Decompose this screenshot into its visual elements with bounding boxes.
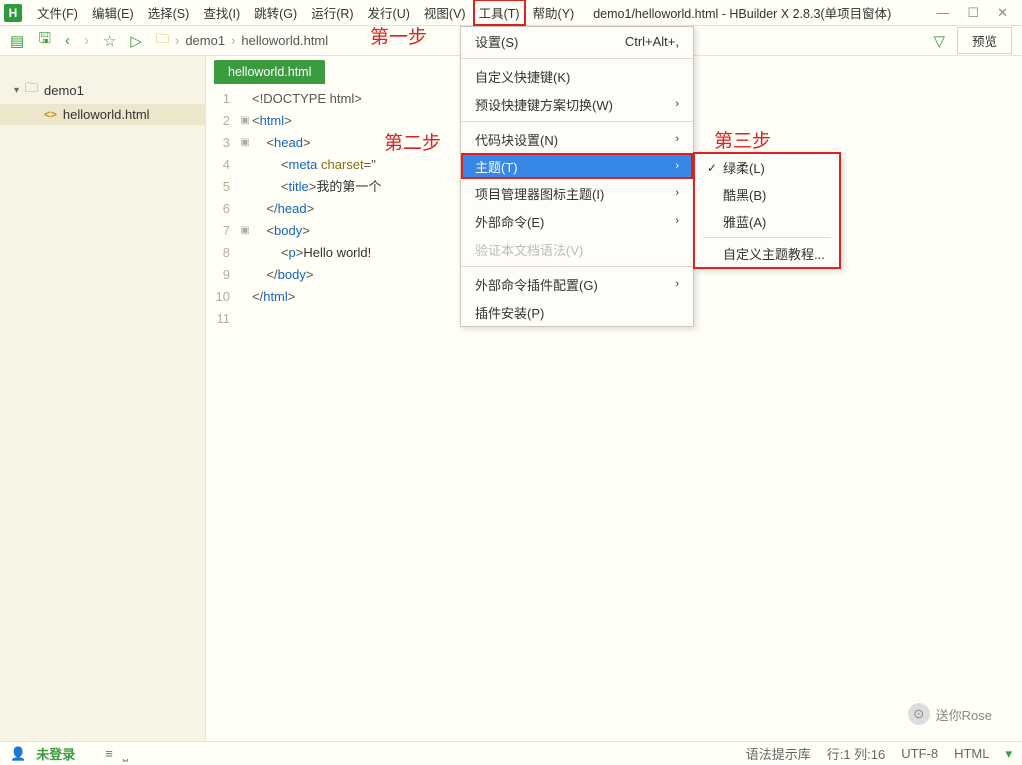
theme-dark[interactable]: 酷黑(B) bbox=[695, 181, 839, 208]
login-status[interactable]: 未登录 bbox=[36, 744, 75, 763]
sidebar-project-root[interactable]: ▾ 🗀 demo1 bbox=[0, 76, 205, 104]
forward-icon[interactable]: › bbox=[84, 32, 89, 49]
menu-select[interactable]: 选择(S) bbox=[141, 0, 197, 26]
check-icon: ✓ bbox=[707, 161, 723, 175]
wechat-icon: ⊙ bbox=[908, 703, 930, 725]
language-mode[interactable]: HTML bbox=[954, 746, 989, 761]
star-icon[interactable]: ☆ bbox=[103, 32, 116, 50]
preview-button[interactable]: 预览 bbox=[957, 27, 1012, 54]
folder-icon: 🗀 bbox=[25, 79, 38, 101]
close-icon[interactable]: ✕ bbox=[997, 5, 1008, 21]
dd-custom-shortcuts[interactable]: 自定义快捷键(K) bbox=[461, 62, 693, 90]
new-file-icon[interactable]: ▤ bbox=[10, 32, 24, 50]
editor-tab[interactable]: helloworld.html bbox=[214, 60, 325, 84]
line-gutter: 1234567891011 bbox=[206, 88, 238, 741]
back-icon[interactable]: ‹ bbox=[65, 32, 70, 49]
project-name: demo1 bbox=[44, 83, 84, 98]
annotation-step3: 第三步 bbox=[714, 126, 771, 153]
menu-tools[interactable]: 工具(T) bbox=[473, 0, 526, 26]
annotation-step2: 第二步 bbox=[384, 128, 441, 155]
menu-help[interactable]: 帮助(Y) bbox=[526, 0, 582, 26]
syntax-hint[interactable]: 语法提示库 bbox=[746, 744, 811, 763]
statusbar: 👤 未登录 ≡ ⎵ 语法提示库 行:1 列:16 UTF-8 HTML ▾ bbox=[0, 741, 1022, 765]
dd-plugin-config[interactable]: 外部命令插件配置(G)› bbox=[461, 270, 693, 298]
menu-file[interactable]: 文件(F) bbox=[30, 0, 85, 26]
cursor-position: 行:1 列:16 bbox=[827, 744, 886, 763]
encoding[interactable]: UTF-8 bbox=[901, 746, 938, 761]
file-name: helloworld.html bbox=[63, 107, 150, 122]
theme-blue[interactable]: 雅蓝(A) bbox=[695, 208, 839, 235]
html-file-icon: <> bbox=[44, 109, 57, 121]
save-icon[interactable]: 🖫 bbox=[38, 28, 51, 53]
breadcrumb: 🗀 › demo1 › helloworld.html bbox=[156, 30, 328, 52]
chevron-down-icon: ▾ bbox=[14, 85, 19, 96]
dd-plugin-install[interactable]: 插件安装(P) bbox=[461, 298, 693, 326]
filter-icon[interactable]: ▽ bbox=[933, 32, 945, 50]
window-title: demo1/helloworld.html - HBuilder X 2.8.3… bbox=[593, 3, 891, 22]
theme-green[interactable]: ✓绿柔(L) bbox=[695, 154, 839, 181]
theme-custom-tutorial[interactable]: 自定义主题教程... bbox=[695, 240, 839, 267]
menu-goto[interactable]: 跳转(G) bbox=[247, 0, 304, 26]
dd-icon-theme[interactable]: 项目管理器图标主题(I)› bbox=[461, 179, 693, 207]
watermark: ⊙ 送你Rose bbox=[908, 703, 992, 725]
menu-run[interactable]: 运行(R) bbox=[304, 0, 360, 26]
sidebar-file-item[interactable]: <> helloworld.html bbox=[0, 104, 205, 125]
breadcrumb-folder[interactable]: demo1 bbox=[185, 33, 225, 48]
dd-settings[interactable]: 设置(S)Ctrl+Alt+, bbox=[461, 27, 693, 55]
minimize-icon[interactable]: — bbox=[936, 5, 949, 21]
menubar: H 文件(F) 编辑(E) 选择(S) 查找(I) 跳转(G) 运行(R) 发行… bbox=[0, 0, 1022, 26]
tools-dropdown: 设置(S)Ctrl+Alt+, 自定义快捷键(K) 预设快捷键方案切换(W)› … bbox=[460, 26, 694, 327]
folder-icon: 🗀 bbox=[156, 30, 169, 52]
dd-preset-shortcuts[interactable]: 预设快捷键方案切换(W)› bbox=[461, 90, 693, 118]
project-sidebar: ▾ 🗀 demo1 <> helloworld.html bbox=[0, 56, 206, 741]
breadcrumb-file[interactable]: helloworld.html bbox=[241, 33, 328, 48]
theme-submenu: ✓绿柔(L) 酷黑(B) 雅蓝(A) 自定义主题教程... bbox=[693, 152, 841, 269]
fold-gutter: ▣▣▣ bbox=[238, 88, 252, 741]
dd-validate: 验证本文档语法(V) bbox=[461, 235, 693, 263]
dd-external-cmd[interactable]: 外部命令(E)› bbox=[461, 207, 693, 235]
menu-find[interactable]: 查找(I) bbox=[196, 0, 247, 26]
maximize-icon[interactable]: ☐ bbox=[967, 5, 979, 21]
chevron-down-icon[interactable]: ▾ bbox=[1005, 746, 1012, 762]
app-logo: H bbox=[4, 4, 22, 22]
run-icon[interactable]: ▷ bbox=[130, 32, 142, 50]
terminal-icon[interactable]: ⎵ bbox=[123, 746, 128, 762]
dd-codeblock[interactable]: 代码块设置(N)› bbox=[461, 125, 693, 153]
list-icon[interactable]: ≡ bbox=[105, 746, 113, 761]
annotation-step1: 第一步 bbox=[370, 22, 427, 49]
user-icon[interactable]: 👤 bbox=[10, 746, 26, 762]
dd-theme[interactable]: 主题(T)› bbox=[461, 153, 693, 179]
menu-edit[interactable]: 编辑(E) bbox=[85, 0, 141, 26]
